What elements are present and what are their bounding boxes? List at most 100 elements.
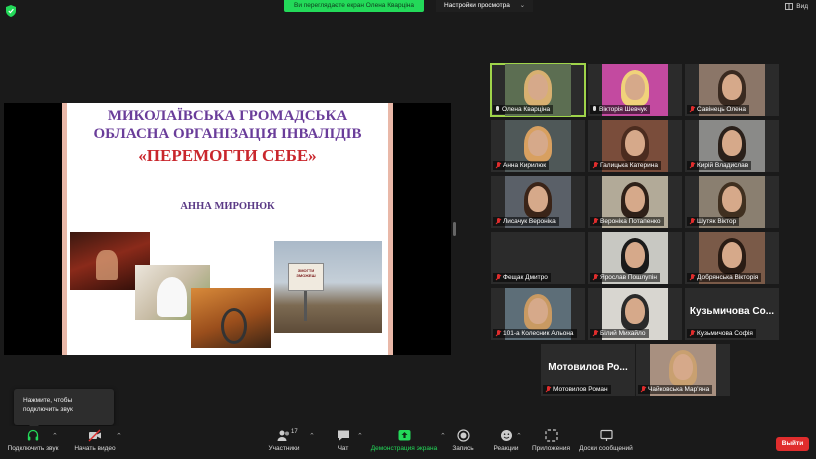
participant-face [625,298,645,324]
mic-muted-icon [689,106,695,113]
shared-screen[interactable]: МИКОЛАЇВСЬКА ГРОМАДСЬКА ОБЛАСНА ОРГАНІЗА… [4,103,451,355]
whiteboards-button[interactable]: Доски сообщений [577,429,635,452]
zoom-window: Ви переглядаєте екран Олена Кварціна Нас… [0,0,816,459]
participant-name: 101-а Колесник Альона [503,330,574,337]
mic-muted-icon [495,274,501,281]
join-audio-label: Подключить звук [7,445,59,452]
participant-name-label: Лисачук Вероніка [493,217,559,226]
participant-name-label: Ярослав Пошлупін [590,273,660,282]
participant-name-label: Білий Михайло [590,329,649,338]
participant-name-label: Савінець Олена [687,105,749,114]
participant-tile[interactable]: Мотовилов Ро... Мотовилов Роман [541,344,635,396]
participant-tile[interactable]: Галицька Катерина [588,120,682,172]
participant-tile[interactable]: Фещак Дмитро [491,232,585,284]
whiteboard-icon [599,429,613,441]
participant-name: Добрянська Вікторія [697,274,759,281]
slide-photo-wheelchair-dance [191,288,271,348]
participant-name: Кирій Владислав [697,162,749,169]
mic-muted-icon [495,330,501,337]
participant-name-label: Мотовилов Роман [543,385,611,394]
participant-tile[interactable]: Вікторія Шевчук [588,64,682,116]
participant-name: Вероніка Потапенко [600,218,661,225]
mic-muted-icon [592,330,598,337]
participant-tile[interactable]: Добрянська Вікторія [685,232,779,284]
chevron-up-icon[interactable]: ⌃ [116,432,122,440]
view-button-label: Вид [796,3,808,10]
mic-muted-icon [689,330,695,337]
participant-tile[interactable]: Шутяк Віктор [685,176,779,228]
billboard-post [304,291,307,321]
chevron-down-icon: ⌄ [519,2,526,9]
participant-face [673,354,693,380]
participant-face [528,186,548,212]
join-audio-tooltip: Нажмите, чтобы подключить звук [14,389,114,430]
participant-name: Галицька Катерина [600,162,658,169]
participant-face [625,186,645,212]
participant-name-label: Олена Кварціна [493,105,554,114]
mic-muted-icon [640,386,646,393]
headphones-icon [27,429,39,441]
participant-tile[interactable]: Кирій Владислав [685,120,779,172]
chat-button[interactable]: Чат [330,429,356,452]
view-button[interactable]: Вид [785,3,808,10]
participant-tile[interactable]: Савінець Олена [685,64,779,116]
view-options-label: Настройки просмотра [444,2,510,9]
share-screen-label: Демонстрация экрана [370,445,438,452]
record-icon [456,429,470,442]
leave-button[interactable]: Выйти [776,437,809,451]
participant-name: Шутяк Віктор [697,218,737,225]
participant-face [625,74,645,100]
mic-muted-icon [545,386,551,393]
participant-tile[interactable]: 101-а Колесник Альона [491,288,585,340]
participant-tile[interactable]: Вероніка Потапенко [588,176,682,228]
tooltip-line1: Нажмите, чтобы [23,397,73,404]
participant-tile[interactable]: Олена Кварціна [490,63,586,117]
participant-name: Вікторія Шевчук [599,106,647,113]
slide-title-line1: МИКОЛАЇВСЬКА ГРОМАДСЬКА [107,108,348,124]
participant-name-label: Добрянська Вікторія [687,273,762,282]
view-options-dropdown[interactable]: Настройки просмотра ⌄ [436,0,534,12]
share-screen-icon [398,430,410,441]
slide-photo-billboard: ЗМОГТИ ЗМОЖЕШ [274,241,382,333]
start-video-button[interactable]: Начать видео [73,429,117,452]
chevron-up-icon[interactable]: ⌃ [52,432,58,440]
participant-tile[interactable]: Анна Кирилюк [491,120,585,172]
participant-tile[interactable]: Ярослав Пошлупін [588,232,682,284]
reactions-label: Реакции [493,445,519,452]
participant-name: Анна Кирилюк [503,162,547,169]
participant-tile[interactable]: Лисачук Вероніка [491,176,585,228]
participant-name: Фещак Дмитро [503,274,548,281]
apps-button[interactable]: Приложения [531,429,571,452]
participant-tile[interactable]: Чайковська Мар'яна [636,344,730,396]
participant-tile[interactable]: Кузьмичова Со... Кузьмичова Софія [685,288,779,340]
participant-tile[interactable]: Білий Михайло [588,288,682,340]
mic-muted-icon [495,162,501,169]
chevron-up-icon[interactable]: ⌃ [440,432,446,440]
participant-name-label: Фещак Дмитро [493,273,551,282]
shield-icon[interactable] [6,5,16,17]
chevron-up-icon[interactable]: ⌃ [309,432,315,440]
participant-name: Білий Михайло [600,330,646,337]
record-button[interactable]: Запись [450,429,476,452]
participant-display-name: Кузьмичова Со... [689,306,775,317]
slide-author: АННА МИРОНЮК [180,201,275,212]
whiteboards-label: Доски сообщений [579,445,633,452]
participant-name-label: Галицька Катерина [590,161,661,170]
participant-name-label: 101-а Колесник Альона [493,329,577,338]
mic-icon [592,106,597,113]
participants-button[interactable]: 17 Участники [265,429,303,452]
chevron-up-icon[interactable]: ⌃ [357,432,363,440]
chevron-up-icon[interactable]: ⌃ [516,432,522,440]
share-screen-button[interactable]: Демонстрация экрана [370,429,438,452]
participant-name: Мотовилов Роман [553,386,608,393]
slide-title-line3: «ПЕРЕМОГТИ СЕБЕ» [138,146,317,165]
record-label: Запись [452,445,474,452]
presentation-slide: МИКОЛАЇВСЬКА ГРОМАДСЬКА ОБЛАСНА ОРГАНІЗА… [62,103,393,355]
apps-icon [544,429,558,442]
participant-face [625,242,645,268]
participant-face [528,298,548,324]
tooltip-line2: подключить звук [23,406,73,413]
chat-label: Чат [337,445,349,452]
chat-icon [337,430,349,441]
panel-resize-handle[interactable] [453,222,456,236]
